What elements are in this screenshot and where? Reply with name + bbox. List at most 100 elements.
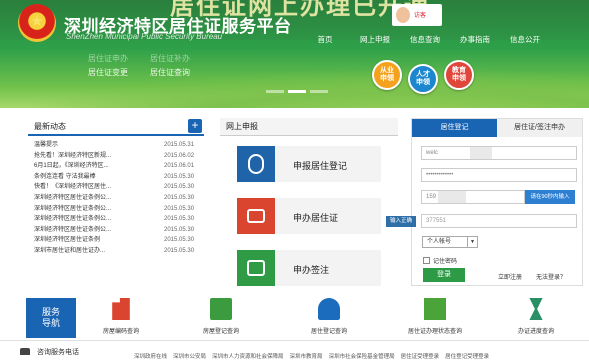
news-title: 最新动态 — [34, 121, 66, 131]
news-item[interactable]: 深圳经济特区居住证条例公... 2015.05.30 — [28, 204, 204, 215]
news-item-title: 深圳市居住证和居住证办... — [34, 247, 106, 254]
news-item[interactable]: 深圳经济特区居住证条例公... 2015.05.30 — [28, 225, 204, 236]
nav-guide[interactable]: 办事指南 — [450, 34, 500, 45]
news-item[interactable]: 温馨提示 2015.05.31 — [28, 140, 204, 151]
apply-title: 网上申报 — [226, 122, 258, 131]
input-tip-badge: 输入正确 — [386, 216, 416, 227]
bubble-talent-line1: 人才 — [416, 71, 430, 78]
service-label: 申办签注 — [293, 265, 330, 275]
phone-icon — [20, 348, 30, 355]
news-item[interactable]: 快看！《深圳经济特区居住... 2015.05.30 — [28, 182, 204, 193]
banner-link-change[interactable]: 居住证变更 — [88, 66, 128, 80]
news-header: 最新动态 + — [28, 118, 204, 136]
news-panel: 最新动态 + 温馨提示 2015.05.31 抢先看！深圳经济特区新规... 2015… — [28, 118, 204, 257]
footer-link[interactable]: 深圳市社会保险基金管理局 — [329, 352, 395, 360]
svc-label: 房屋登记查询 — [202, 329, 239, 335]
more-news-button[interactable]: + — [188, 119, 202, 133]
police-emblem-icon — [18, 4, 56, 42]
tab-residence-register[interactable]: 居住登记 — [412, 119, 497, 137]
bubble-education-line1: 教育 — [452, 67, 466, 74]
visitor-label: 访客 — [414, 13, 427, 19]
mouse-icon — [237, 146, 275, 182]
news-item-title: 深圳经济特区居住证条例公... — [34, 205, 112, 212]
svc-residence-register-query[interactable]: 居住登记查询 — [284, 296, 374, 335]
slider-dot[interactable] — [288, 90, 306, 93]
news-item-date: 2015.05.30 — [164, 184, 195, 191]
news-item-title: 6月1日起，《深圳经济特区... — [34, 163, 109, 170]
footer-link[interactable]: 深圳市人力资源和社会保障局 — [212, 352, 284, 360]
nav-online-apply[interactable]: 网上申报 — [350, 34, 400, 45]
site-subtitle: ShenZhen Municipal Public Security Burea… — [66, 32, 223, 41]
hotline-label: 咨询服务电话 — [37, 349, 79, 356]
news-item-date: 2015.05.30 — [164, 237, 195, 244]
bubble-education-line2: 申领 — [452, 75, 466, 82]
captcha-field[interactable]: 377551 — [421, 214, 577, 228]
bubble-education[interactable]: 教育 申领 — [444, 60, 474, 90]
bubble-employment-line2: 申领 — [380, 75, 394, 82]
nav-info-public[interactable]: 信息公开 — [500, 34, 550, 45]
banner-link-query[interactable]: 居住证查询 — [150, 66, 190, 80]
footer-link[interactable]: 居住登记受理登录 — [445, 352, 489, 360]
news-item-date: 2015.05.30 — [164, 173, 195, 180]
phone-field[interactable]: 159 — [421, 190, 525, 204]
forgot-link[interactable]: 无法登录？ — [536, 272, 566, 281]
apply-header: 网上申报 — [220, 118, 398, 136]
service-nav-tile: 服务 导航 — [26, 298, 76, 338]
svc-house-register-query[interactable]: 房屋登记查询 — [176, 296, 266, 335]
id-card-icon — [237, 198, 275, 234]
news-item-title: 深圳经济特区居住证条例公... — [34, 194, 112, 201]
footer-link[interactable]: 深圳市公安局 — [173, 352, 206, 360]
chevron-down-icon: ▼ — [467, 237, 477, 247]
banner-link-apply[interactable]: 居住证申办 — [88, 52, 128, 66]
nav-home[interactable]: 首页 — [300, 34, 350, 45]
apply-panel: 网上申报 申报居住登记 申办居住证 申办签注 — [220, 118, 398, 286]
svc-label: 办证进度查询 — [517, 329, 554, 335]
footer-link[interactable]: 深圳市教育局 — [290, 352, 323, 360]
bubble-employment[interactable]: 从业 申领 — [372, 60, 402, 90]
news-item[interactable]: 深圳经济特区居住证条例公... 2015.05.30 — [28, 214, 204, 225]
news-item[interactable]: 6月1日起，《深圳经济特区... 2015.06.01 — [28, 161, 204, 172]
news-item[interactable]: 条例连连看 守法我最棒 2015.05.30 — [28, 172, 204, 183]
remember-label: 记住密码 — [433, 259, 458, 265]
slider-dot[interactable] — [310, 90, 328, 93]
news-item[interactable]: 深圳市居住证和居住证办... 2015.05.30 — [28, 246, 204, 257]
account-type-value: 个人帐号 — [427, 239, 452, 245]
service-endorsement[interactable]: 申办签注 — [237, 250, 381, 286]
register-link[interactable]: 立即注册 — [498, 272, 522, 281]
get-code-button[interactable]: 请在90秒内输入 — [525, 190, 575, 204]
remember-checkbox[interactable] — [423, 257, 430, 264]
bubble-talent[interactable]: 人才 申领 — [408, 64, 438, 94]
password-field[interactable]: ••••••••••••• — [421, 168, 577, 182]
news-item[interactable]: 深圳经济特区居住证条例 2015.05.30 — [28, 235, 204, 246]
news-item-date: 2015.05.30 — [164, 247, 195, 254]
bubble-talent-line2: 申领 — [416, 79, 430, 86]
svc-progress-query[interactable]: 办证进度查询 — [491, 296, 581, 335]
svc-label: 房屋编码查询 — [102, 329, 139, 335]
building-icon — [112, 298, 130, 320]
news-item-date: 2015.06.01 — [164, 163, 195, 170]
stamp-icon — [237, 250, 275, 286]
news-item-date: 2015.05.30 — [164, 194, 195, 201]
footer-link[interactable]: 深圳政府在线 — [134, 352, 167, 360]
banner: 居住证网上办理已开通 深圳经济特区居住证服务平台 ShenZhen Munici… — [0, 0, 589, 108]
service-residence-register[interactable]: 申报居住登记 — [237, 146, 381, 182]
svc-permit-status-query[interactable]: 居住证办理状态查询 — [390, 296, 480, 335]
visitor-badge: 访客 — [392, 4, 442, 26]
news-item[interactable]: 深圳经济特区居住证条例公... 2015.05.30 — [28, 193, 204, 204]
news-item-date: 2015.05.30 — [164, 216, 195, 223]
service-label: 申办居住证 — [293, 213, 339, 223]
account-type-select[interactable]: 个人帐号 ▼ — [422, 236, 478, 248]
news-item-date: 2015.05.30 — [164, 226, 195, 233]
username-field[interactable]: welc — [421, 146, 577, 160]
news-item-title: 温馨提示 — [34, 142, 59, 148]
footer-link[interactable]: 居住证受理登录 — [401, 352, 440, 360]
news-item[interactable]: 抢先看！深圳经济特区新规... 2015.06.02 — [28, 151, 204, 162]
slider-dot[interactable] — [266, 90, 284, 93]
nav-info-query[interactable]: 信息查询 — [400, 34, 450, 45]
login-button[interactable]: 登录 — [423, 268, 465, 282]
remember-password[interactable]: 记住密码 — [423, 256, 457, 265]
service-residence-permit[interactable]: 申办居住证 — [237, 198, 381, 234]
tab-permit-apply[interactable]: 居住证/签注申办 — [497, 119, 582, 137]
banner-link-reissue[interactable]: 居住证补办 — [150, 52, 190, 66]
svc-house-code-query[interactable]: 房屋编码查询 — [76, 296, 166, 335]
